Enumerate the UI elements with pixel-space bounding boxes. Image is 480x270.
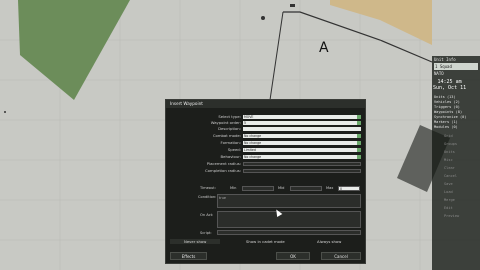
dialog-button-bar: Effects OK Cancel (166, 250, 365, 263)
side-button[interactable]: Cancel (432, 172, 480, 180)
field-label: Placement radius: (206, 161, 241, 166)
side-button[interactable]: Preview (432, 212, 480, 220)
chevron-down-icon (357, 121, 361, 125)
field-row-combat: Combat mode: No change (166, 133, 365, 139)
side-button[interactable]: Edit (432, 204, 480, 212)
timeout-mid-label: Mid (278, 186, 285, 190)
order-select[interactable]: 5 (243, 121, 361, 125)
chevron-down-icon (357, 148, 361, 152)
behaviour-value: No change (244, 155, 262, 159)
field-label: Formation: (220, 140, 241, 145)
object-groups-list: Units (13) Vehicles (2) Triggers (0) Way… (434, 95, 478, 130)
script-label: Script: (200, 231, 212, 235)
condition-label: Condition: (198, 195, 217, 199)
on-act-input[interactable] (217, 211, 361, 228)
side-button[interactable]: Misc (432, 156, 480, 164)
field-row-completion: Completion radius: (166, 168, 365, 174)
formation-select[interactable]: No change (243, 141, 361, 145)
field-row-description: Description: (166, 126, 365, 132)
chevron-down-icon (357, 141, 361, 145)
cancel-button[interactable]: Cancel (321, 252, 361, 260)
timeout-max-label: Max (326, 186, 334, 190)
combat-mode-value: No change (244, 134, 262, 138)
field-row-formation: Formation: No change (166, 140, 365, 146)
visibility-never-option[interactable]: Never show (170, 239, 221, 244)
insert-waypoint-dialog: Insert Waypoint Select type: MOVE Waypoi… (165, 99, 366, 264)
formation-value: No change (244, 141, 262, 145)
dialog-title: Insert Waypoint (166, 100, 365, 108)
side-button[interactable]: Units (432, 148, 480, 156)
chevron-down-icon (357, 115, 361, 119)
timeout-min-label: Min (230, 186, 237, 190)
timeout-label: Timeout: (200, 186, 216, 190)
side-button[interactable]: Save (432, 180, 480, 188)
completion-radius-input[interactable] (243, 169, 361, 173)
selected-unit-field[interactable]: 1 Squad (434, 63, 478, 70)
timeout-min-input[interactable] (242, 186, 274, 191)
clock-date: Sun, Oct 11 (433, 85, 467, 91)
visibility-cadet-option[interactable]: Show in cadet mode (246, 239, 285, 244)
panel-header: Unit Info (434, 57, 456, 62)
timeout-mid-input[interactable] (290, 186, 322, 191)
on-act-label: On Act: (200, 213, 214, 217)
side-button[interactable]: Merge (432, 196, 480, 204)
placement-radius-input[interactable] (243, 162, 361, 166)
side-button[interactable]: Groups (432, 140, 480, 148)
condition-input[interactable]: true (217, 194, 361, 208)
behaviour-select[interactable]: No change (243, 155, 361, 159)
field-label: Completion radius: (205, 168, 241, 173)
editor-side-panel: Unit Info 1 Squad NATO 14:25 am Sun, Oct… (432, 56, 480, 270)
timeout-max-input[interactable]: 0 (338, 186, 360, 191)
mission-clock[interactable]: 14:25 am Sun, Oct 11 (432, 77, 480, 93)
type-select-value: MOVE (244, 115, 254, 119)
field-row-behaviour: Behaviour: No change (166, 154, 365, 160)
field-row-speed: Speed: Limited (166, 147, 365, 153)
chevron-down-icon (357, 134, 361, 138)
effects-button[interactable]: Effects (170, 252, 207, 260)
type-select[interactable]: MOVE (243, 115, 361, 119)
side-button[interactable]: Grid (432, 132, 480, 140)
field-label: Behaviour: (220, 154, 241, 159)
field-label: Speed: (227, 147, 241, 152)
chevron-down-icon (357, 155, 361, 159)
order-select-value: 5 (244, 121, 247, 125)
ok-button[interactable]: OK (276, 252, 310, 260)
speed-select[interactable]: Limited (243, 148, 361, 152)
group-label: NATO (434, 71, 444, 76)
field-label: Description: (218, 126, 241, 131)
visibility-always-option[interactable]: Always show (317, 239, 341, 244)
map-marker-label[interactable]: A (319, 40, 329, 56)
combat-mode-select[interactable]: No change (243, 134, 361, 138)
script-input[interactable] (217, 230, 361, 235)
side-button[interactable]: Load (432, 188, 480, 196)
description-input[interactable] (243, 127, 361, 131)
speed-value: Limited (244, 148, 256, 152)
list-item[interactable]: Modules (0) (434, 125, 478, 130)
field-row-placement: Placement radius: (166, 161, 365, 167)
side-button[interactable]: Clear (432, 164, 480, 172)
field-label: Combat mode: (212, 133, 241, 138)
